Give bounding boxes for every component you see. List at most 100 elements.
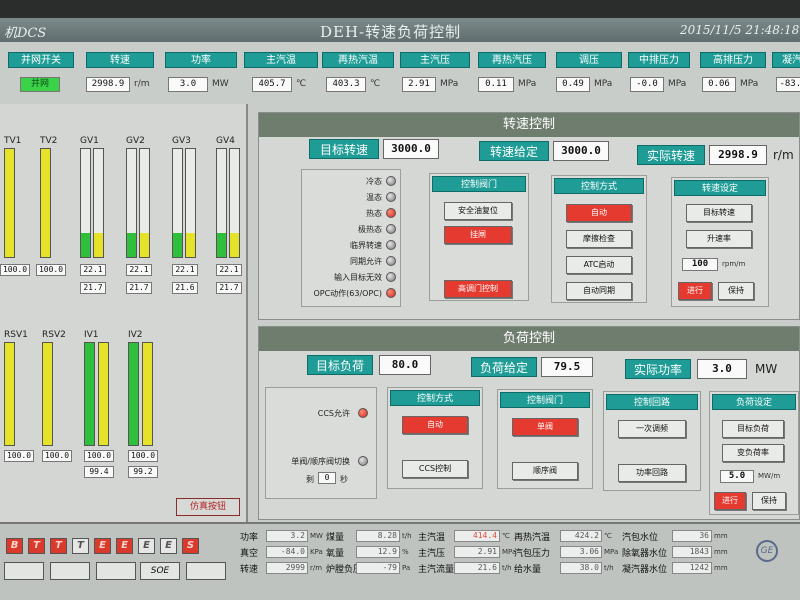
valve-position-value: 100.0	[128, 450, 158, 462]
keyboard-button[interactable]	[186, 562, 226, 580]
alarm-indicator[interactable]: T	[50, 538, 67, 554]
valve-bar-fill	[43, 343, 52, 445]
readout-value: 38.0	[560, 562, 602, 574]
valve-bar-fill	[186, 233, 195, 257]
load-set-header: 负荷设定	[712, 394, 796, 410]
load-rate-value[interactable]: 5.0	[720, 470, 754, 483]
nav-button-0[interactable]	[4, 562, 44, 580]
speed-rate-button[interactable]: 升速率	[686, 230, 752, 248]
auto-button[interactable]: 自动	[566, 204, 632, 222]
ccs-allow-label: CCS允许	[317, 409, 350, 418]
param-label: 凝汽	[772, 52, 800, 68]
speed-valve-header: 控制阀门	[432, 176, 526, 192]
ccs-control-button[interactable]: CCS控制	[402, 460, 468, 478]
readout-value: 2999	[266, 562, 308, 574]
auto-sync-button[interactable]: 自动同期	[566, 282, 632, 300]
load-setpoint-label: 负荷给定	[471, 357, 537, 377]
valve-bar	[139, 148, 150, 258]
status-label: 同期允许	[350, 257, 382, 266]
ge-logo: GE	[756, 540, 778, 562]
speed-hold-button[interactable]: 保持	[718, 282, 754, 300]
readout-unit: r/m	[310, 564, 323, 572]
readout-value: 21.6	[454, 562, 500, 574]
safety-oil-reset-button[interactable]: 安全油复位	[444, 202, 512, 220]
valve-bar	[40, 148, 51, 258]
status-label: 极热态	[358, 225, 382, 234]
target-load-button[interactable]: 目标负荷	[722, 420, 784, 438]
load-run-button[interactable]: 进行	[714, 492, 746, 510]
valve-bar-fill	[129, 343, 138, 445]
readout-value: 1843	[672, 546, 712, 558]
power-loop-button[interactable]: 功率回路	[618, 464, 686, 482]
single-valve-button[interactable]: 单阀	[512, 418, 578, 436]
simulation-button[interactable]: 仿真按钮	[176, 498, 240, 516]
readout-unit: ℃	[604, 532, 612, 540]
readout-value: 36	[672, 530, 712, 542]
readout-unit: mm	[714, 564, 728, 572]
target-load-value[interactable]: 80.0	[379, 355, 431, 375]
load-hold-button[interactable]: 保持	[752, 492, 786, 510]
valve-bar	[4, 342, 15, 446]
readout-unit: MPa	[604, 548, 619, 556]
friction-check-button[interactable]: 摩擦检查	[566, 230, 632, 248]
speed-rate-value[interactable]: 100	[682, 258, 718, 271]
status-lamp	[386, 208, 396, 218]
readout-unit: %	[402, 548, 409, 556]
readout-value: 3.2	[266, 530, 308, 542]
status-label: 热态	[366, 209, 382, 218]
timer-unit: 秒	[340, 475, 348, 484]
speed-control-section: 转速控制 目标转速 3000.0 转速给定 3000.0 实际转速 2998.9…	[258, 112, 800, 320]
valve-feedback-value: 99.2	[128, 466, 158, 478]
target-speed-button[interactable]: 目标转速	[686, 204, 752, 222]
valve-bar-fill	[173, 233, 182, 257]
alarm-indicator[interactable]: B	[6, 538, 23, 554]
atc-start-button[interactable]: ATC启动	[566, 256, 632, 274]
alarm-indicator[interactable]: E	[138, 538, 155, 554]
readout-value: -84.0	[266, 546, 308, 558]
alarm-indicator[interactable]: S	[182, 538, 199, 554]
alarm-indicator[interactable]: T	[28, 538, 45, 554]
valve-position-value: 100.0	[4, 450, 34, 462]
alarm-indicator[interactable]: E	[116, 538, 133, 554]
alarm-indicator[interactable]: E	[94, 538, 111, 554]
readout-label: 除氧器水位	[622, 549, 668, 559]
valve-label: TV1	[4, 136, 22, 146]
valve-bar-fill	[81, 233, 90, 257]
soe-button[interactable]: SOE	[140, 562, 180, 580]
valve-bar	[229, 148, 240, 258]
valve-switch-label: 单阀/顺序阀切换	[291, 457, 350, 466]
speed-run-button[interactable]: 进行	[678, 282, 712, 300]
status-lamp	[386, 240, 396, 250]
target-speed-value[interactable]: 3000.0	[383, 139, 439, 159]
speed-mode-group: 控制方式 自动 摩擦检查 ATC启动 自动同期	[551, 175, 647, 303]
valve-position-value: 100.0	[84, 450, 114, 462]
load-control-title: 负荷控制	[259, 327, 799, 351]
alarm-indicator[interactable]: E	[160, 538, 177, 554]
valve-bar-fill	[94, 233, 103, 257]
status-lamp	[386, 288, 396, 298]
valve-bar-fill	[5, 343, 14, 445]
status-label: 冷态	[366, 177, 382, 186]
readout-value: 424.2	[560, 530, 602, 542]
valve-position-value: 100.0	[0, 264, 30, 276]
ccs-group: CCS允许 单阀/顺序阀切换 剩 0 秒	[265, 387, 377, 499]
load-auto-button[interactable]: 自动	[402, 416, 468, 434]
valve-bar	[98, 342, 109, 446]
load-rate-button[interactable]: 变负荷率	[722, 444, 784, 462]
nav-button-2[interactable]	[96, 562, 136, 580]
latch-button[interactable]: 挂闸	[444, 226, 512, 244]
hp-valve-control-button[interactable]: 高调门控制	[444, 280, 512, 298]
valve-bar-fill	[41, 149, 50, 257]
page-title: DEH-转速负荷控制	[320, 23, 462, 41]
speed-setpoint-value: 3000.0	[553, 141, 609, 161]
readout-value: 1242	[672, 562, 712, 574]
valve-label: RSV2	[42, 330, 66, 340]
primary-freq-button[interactable]: 一次调频	[618, 420, 686, 438]
alarm-indicator[interactable]: T	[72, 538, 89, 554]
load-loop-group: 控制回路 一次调频 功率回路	[603, 391, 701, 491]
valve-label: TV2	[40, 136, 58, 146]
nav-button-1[interactable]	[50, 562, 90, 580]
speed-rate-unit: rpm/m	[722, 260, 746, 268]
speed-set-header: 转速设定	[674, 180, 766, 196]
sequential-valve-button[interactable]: 顺序阀	[512, 462, 578, 480]
